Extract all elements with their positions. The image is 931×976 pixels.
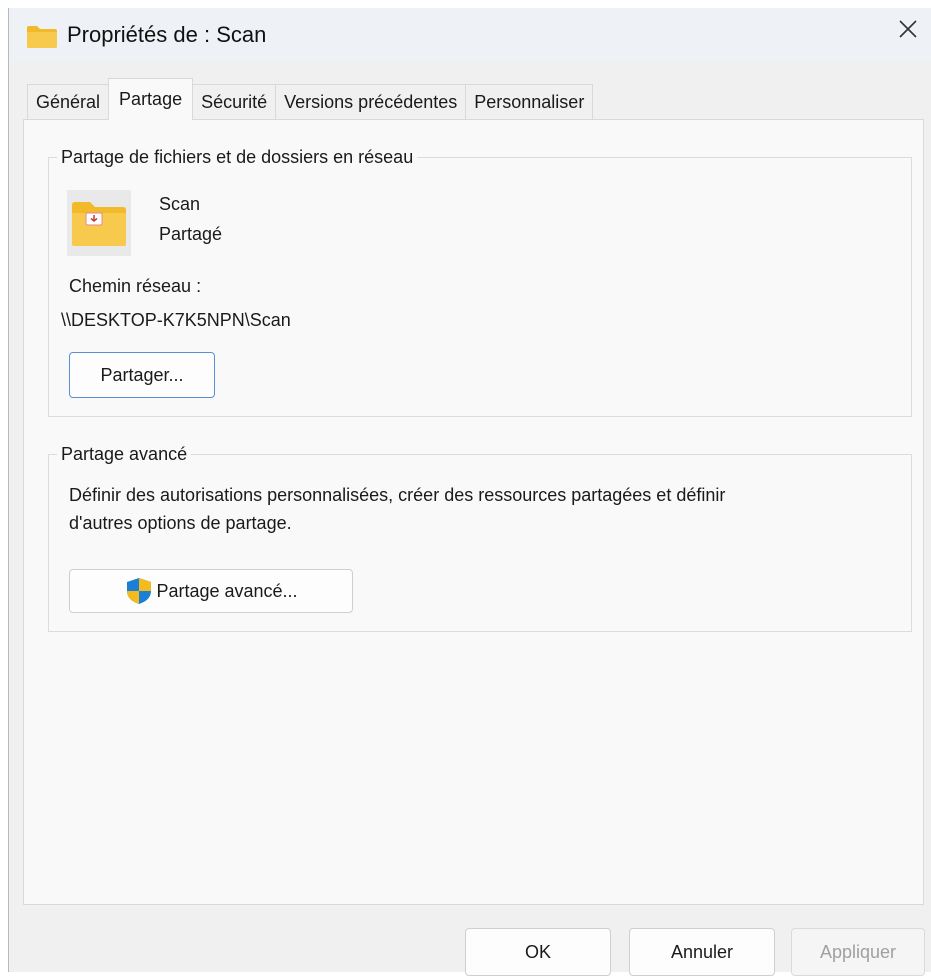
tab-general[interactable]: Général bbox=[27, 84, 110, 120]
share-status: Partagé bbox=[159, 224, 223, 244]
advanced-sharing-description-line-1: Définir des autorisations personnalisées… bbox=[69, 485, 726, 505]
cancel-button[interactable]: Annuler bbox=[629, 928, 775, 976]
window-title: Propriétés de : Scan bbox=[67, 22, 267, 47]
shared-folder-name: Scan bbox=[159, 194, 201, 214]
share-button[interactable]: Partager... bbox=[69, 352, 215, 398]
title-bar: Propriétés de : Scan bbox=[9, 8, 931, 62]
advanced-sharing-button[interactable]: Partage avancé... bbox=[69, 569, 353, 613]
advanced-sharing-group: Partage avancé Définir des autorisations… bbox=[48, 442, 912, 632]
apply-button[interactable]: Appliquer bbox=[791, 928, 925, 976]
advanced-sharing-button-label: Partage avancé... bbox=[156, 580, 298, 601]
network-path-label: Chemin réseau : bbox=[69, 276, 202, 296]
network-sharing-legend: Partage de fichiers et de dossiers en ré… bbox=[57, 145, 418, 169]
shared-folder-icon bbox=[67, 190, 131, 256]
uac-shield-icon bbox=[124, 576, 154, 606]
advanced-sharing-legend: Partage avancé bbox=[57, 442, 192, 466]
close-icon bbox=[898, 19, 918, 44]
tab-personnaliser[interactable]: Personnaliser bbox=[465, 84, 594, 120]
tab-versions-precedentes[interactable]: Versions précédentes bbox=[275, 84, 467, 120]
tab-securite[interactable]: Sécurité bbox=[192, 84, 277, 120]
folder-icon bbox=[27, 26, 57, 48]
tab-content-partage: Partage de fichiers et de dossiers en ré… bbox=[23, 119, 924, 905]
network-path-value[interactable]: \\DESKTOP-K7K5NPN\Scan bbox=[61, 308, 291, 332]
close-button[interactable] bbox=[885, 8, 931, 54]
tab-strip: Général Partage Sécurité Versions précéd… bbox=[27, 78, 594, 120]
advanced-sharing-description-line-2: d'autres options de partage. bbox=[69, 513, 292, 533]
tab-partage[interactable]: Partage bbox=[108, 78, 194, 120]
ok-button[interactable]: OK bbox=[465, 928, 611, 976]
properties-dialog: Propriétés de : Scan Général Partage Séc… bbox=[8, 8, 931, 976]
network-sharing-group: Partage de fichiers et de dossiers en ré… bbox=[48, 145, 912, 417]
